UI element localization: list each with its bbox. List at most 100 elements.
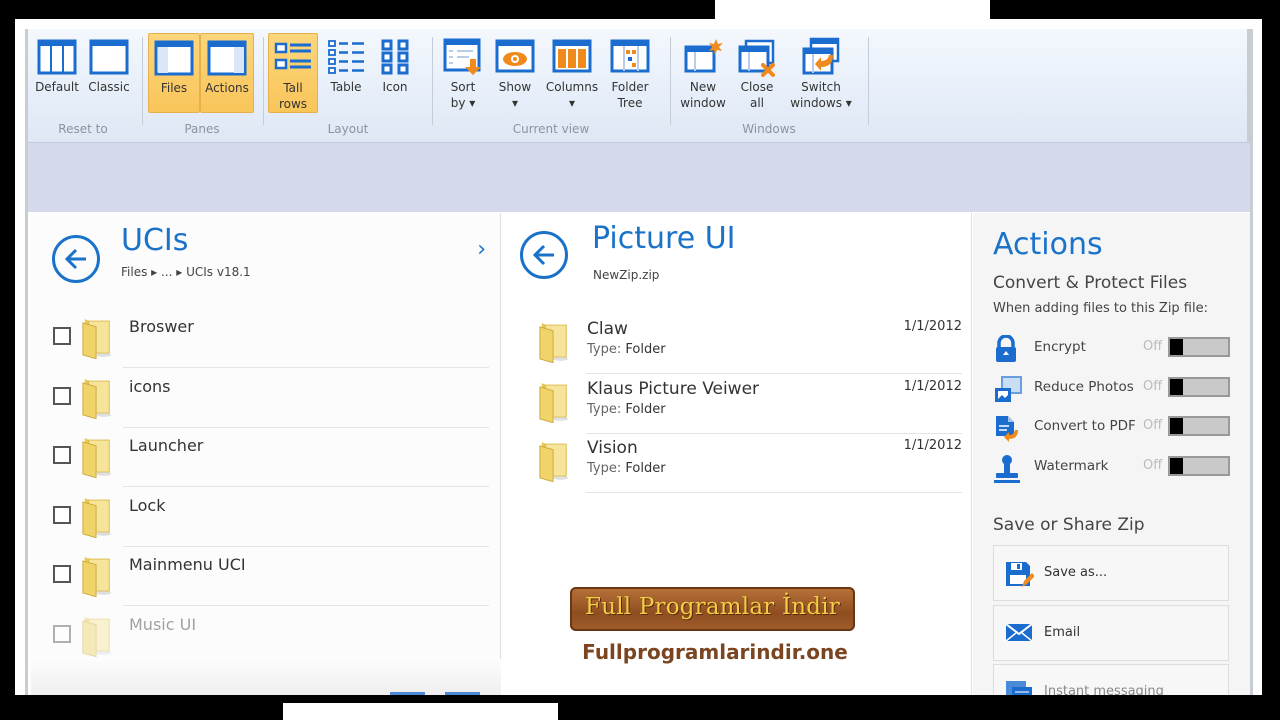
type-key: Type:	[587, 401, 622, 417]
close-all-button[interactable]: Close all	[732, 33, 782, 113]
folder-icon	[82, 497, 112, 538]
item-name: Music UI	[129, 614, 197, 634]
file-list-item[interactable]: Broswer	[31, 309, 501, 368]
select-checkbox[interactable]	[53, 327, 71, 345]
zip-list-item[interactable]: Claw Type: Folder 1/1/2012	[502, 315, 972, 374]
type-value: Folder	[625, 342, 666, 357]
switch-windows-icon	[802, 37, 840, 75]
convert-note: When adding files to this Zip file:	[993, 301, 1208, 316]
toggle-knob[interactable]	[1170, 457, 1183, 474]
zip-filename: NewZip.zip	[593, 268, 660, 282]
default-label: Default	[35, 80, 79, 94]
watermark-logo-text: Full Programlar İndir	[585, 594, 840, 620]
actions-pane-button[interactable]: Actions	[200, 33, 254, 113]
instant-messaging-button[interactable]: Instant messaging	[993, 664, 1229, 695]
toggle-knob[interactable]	[1170, 418, 1183, 434]
actions-pane: Actions Convert & Protect Files When add…	[973, 213, 1250, 695]
footer-button[interactable]	[390, 692, 425, 695]
file-list-item[interactable]: Lock	[31, 488, 501, 547]
select-checkbox[interactable]	[53, 386, 71, 405]
select-checkbox[interactable]	[53, 446, 71, 464]
file-list-item[interactable]: Mainmenu UCI	[31, 547, 501, 606]
select-checkbox[interactable]	[53, 505, 71, 524]
file-list-item[interactable]: Music UI	[31, 607, 501, 666]
default-button[interactable]: Default	[32, 33, 82, 113]
table-label: Table	[330, 80, 362, 94]
group-label-current-view: Current view	[512, 122, 590, 136]
close-all-label: Close all	[740, 80, 774, 110]
item-date: 1/1/2012	[903, 378, 962, 394]
toggle-row: Encrypt Off	[993, 333, 1233, 363]
white-patch-bottom	[283, 703, 558, 720]
folder-icon	[82, 438, 112, 479]
folder-icon-wrap	[81, 436, 113, 482]
toggle-switch[interactable]	[1168, 376, 1230, 397]
toggle-knob[interactable]	[1170, 378, 1183, 395]
folder-tree-button[interactable]: Folder Tree	[604, 33, 656, 113]
icon-grid-icon	[381, 39, 409, 75]
tall-rows-button[interactable]: Tall rows	[268, 33, 318, 113]
back-button[interactable]	[52, 235, 100, 283]
folder-icon-wrap	[81, 377, 113, 423]
toggle-switch[interactable]	[1168, 416, 1230, 436]
file-list-item[interactable]: Launcher	[31, 428, 501, 487]
footer-button[interactable]	[445, 692, 480, 695]
toggle-switch[interactable]	[1168, 337, 1230, 357]
new-window-button[interactable]: New window	[676, 33, 730, 113]
switch-windows-button[interactable]: Switch windows ▾	[784, 33, 858, 113]
show-button[interactable]: Show ▾	[490, 33, 540, 113]
files-pane-button[interactable]: Files	[148, 33, 200, 113]
show-label: Show ▾	[498, 80, 532, 110]
group-label-panes: Panes	[184, 122, 220, 136]
layout-single-pane-icon	[89, 39, 129, 75]
layout-three-pane-icon	[37, 39, 77, 75]
actions-pane-icon	[207, 40, 247, 76]
sort-by-button[interactable]: Sort by ▾	[438, 33, 488, 113]
icon-view-button[interactable]: Icon	[372, 33, 418, 113]
table-icon	[328, 40, 364, 74]
select-checkbox[interactable]	[53, 624, 71, 643]
pdf-convert-icon	[993, 414, 1021, 448]
folder-tree-icon	[610, 39, 650, 73]
toggle-state: Off	[1143, 418, 1163, 433]
lock-icon	[993, 334, 1019, 367]
toggle-switch[interactable]	[1168, 455, 1230, 476]
forward-chevron-icon[interactable]: ›	[477, 237, 486, 262]
ribbon-group-panes: Files Actions Panes	[146, 29, 258, 142]
toggle-knob[interactable]	[1170, 339, 1183, 355]
folder-icon-wrap	[538, 440, 570, 486]
select-checkbox[interactable]	[53, 565, 71, 583]
group-label-windows: Windows	[742, 122, 796, 136]
ribbon-group-windows: New window Close all Switch windows ▾ Wi…	[674, 29, 864, 142]
back-button[interactable]	[520, 231, 568, 279]
actions-label: Actions	[205, 81, 249, 95]
zip-list-item[interactable]: Klaus Picture Veiwer Type: Folder 1/1/2012	[502, 375, 972, 434]
email-button[interactable]: Email	[993, 604, 1229, 661]
stamp-icon	[993, 454, 1021, 488]
files-label: Files	[160, 81, 188, 95]
group-label-reset-to: Reset to	[58, 122, 108, 136]
file-list-item[interactable]: icons	[31, 369, 501, 428]
share-button-label: Instant messaging	[1044, 684, 1164, 695]
ribbon-group-layout: Tall rows Table Icon Layout	[268, 29, 428, 142]
folder-icon	[539, 323, 569, 364]
classic-button[interactable]: Classic	[84, 33, 134, 113]
columns-button[interactable]: Columns ▾	[542, 33, 602, 113]
save-as-button[interactable]: Save as...	[993, 545, 1229, 601]
folder-icon	[82, 616, 112, 657]
ribbon-separator	[263, 37, 264, 125]
item-date: 1/1/2012	[903, 319, 962, 334]
photos-icon	[993, 375, 1023, 409]
columns-icon	[552, 39, 592, 73]
zip-list-item[interactable]: Vision Type: Folder 1/1/2012	[502, 434, 972, 493]
files-pane: UCIs Files ▸ ... ▸ UCIs v18.1 › Broswer i…	[31, 213, 501, 695]
group-label-layout: Layout	[327, 122, 369, 136]
breadcrumb[interactable]: Files ▸ ... ▸ UCIs v18.1	[121, 265, 251, 279]
type-value: Folder	[625, 461, 666, 476]
table-button[interactable]: Table	[322, 33, 370, 113]
toggle-row: Convert to PDF Off	[993, 412, 1233, 442]
window-border-right	[1250, 29, 1253, 695]
folder-icon-wrap	[81, 555, 113, 601]
type-key: Type:	[587, 342, 622, 357]
item-name: Claw	[587, 319, 628, 339]
